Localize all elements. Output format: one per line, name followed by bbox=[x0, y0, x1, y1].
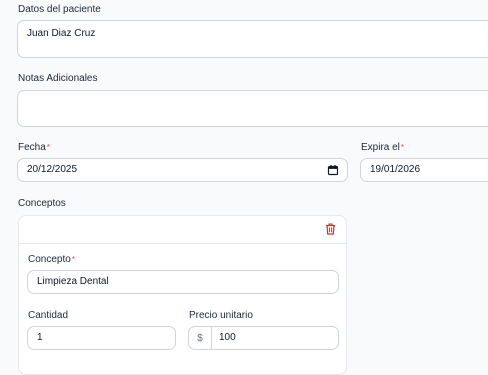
concept-label: Concepto* bbox=[28, 254, 75, 266]
concepts-label: Conceptos bbox=[18, 198, 66, 209]
expires-input[interactable]: 19/01/2026 bbox=[360, 158, 488, 182]
concept-input[interactable]: Limpieza Dental bbox=[27, 270, 339, 294]
unit-price-input[interactable]: $ 100 bbox=[188, 326, 339, 350]
trash-icon[interactable] bbox=[325, 223, 336, 235]
concept-required-mark: * bbox=[71, 255, 75, 264]
unit-price-value: 100 bbox=[219, 332, 236, 343]
quantity-input[interactable]: 1 bbox=[27, 326, 176, 350]
concept-value: Limpieza Dental bbox=[37, 276, 109, 287]
quantity-label: Cantidad bbox=[28, 310, 69, 321]
date-value: 20/12/2025 bbox=[27, 164, 78, 175]
date-input[interactable]: 20/12/2025 bbox=[17, 158, 348, 182]
quantity-value: 1 bbox=[37, 332, 43, 343]
currency-prefix: $ bbox=[189, 327, 212, 349]
expires-label: Expira el* bbox=[361, 142, 404, 154]
date-label-text: Fecha bbox=[18, 142, 46, 153]
notes-textarea[interactable] bbox=[17, 90, 488, 127]
patient-value: Juan Diaz Cruz bbox=[27, 28, 96, 39]
notes-label: Notas Adicionales bbox=[18, 73, 98, 84]
expires-value: 19/01/2026 bbox=[370, 164, 421, 175]
patient-field[interactable]: Juan Diaz Cruz bbox=[17, 20, 488, 58]
unit-price-label: Precio unitario bbox=[189, 310, 253, 321]
date-label: Fecha* bbox=[18, 142, 50, 154]
concept-card-header bbox=[19, 216, 346, 244]
patient-label: Datos del paciente bbox=[18, 4, 101, 15]
expires-required-mark: * bbox=[400, 143, 405, 152]
concept-label-text: Concepto bbox=[28, 254, 71, 265]
concept-card: Concepto* Limpieza Dental Cantidad 1 Pre… bbox=[18, 215, 347, 375]
expires-label-text: Expira el bbox=[361, 142, 400, 153]
date-required-mark: * bbox=[46, 143, 50, 152]
calendar-icon[interactable] bbox=[327, 164, 339, 176]
